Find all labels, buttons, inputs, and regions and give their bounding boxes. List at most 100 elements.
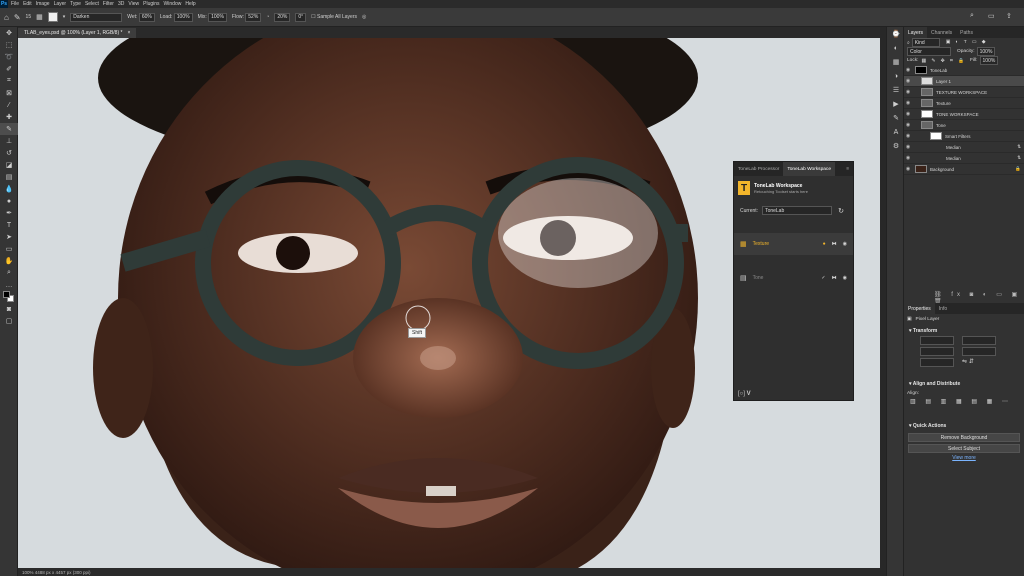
view-more-link[interactable]: View more — [904, 455, 1024, 461]
visibility-icon[interactable]: ◉ — [904, 67, 912, 73]
marquee-tool-icon[interactable]: ⬚ — [0, 39, 18, 51]
tonelab-row-texture[interactable]: ▦ Texture ● ⧓ ◉ — [734, 233, 853, 255]
tab-tonelab-processor[interactable]: ToneLab Processor — [734, 162, 783, 176]
visibility-icon[interactable]: ◉ — [904, 89, 912, 95]
layer-row[interactable]: ◉ Texture — [904, 98, 1024, 109]
tone-visibility-icon[interactable]: ◉ — [843, 275, 847, 281]
eraser-tool-icon[interactable]: ◪ — [0, 159, 18, 171]
tab-paths[interactable]: Paths — [956, 27, 977, 38]
width-field[interactable] — [920, 336, 954, 345]
quick-mask-icon[interactable]: ◙ — [0, 303, 18, 315]
visibility-icon[interactable]: ◉ — [904, 155, 912, 161]
actions-panel-icon[interactable]: ▶ — [887, 97, 905, 111]
layer-row[interactable]: ◉ Smart Filters — [904, 131, 1024, 142]
search-icon[interactable]: ⌕ — [970, 12, 974, 20]
menu-3d[interactable]: 3D — [118, 1, 124, 7]
menu-file[interactable]: File — [11, 1, 19, 7]
clone-stamp-tool-icon[interactable]: ⊥ — [0, 135, 18, 147]
x-field[interactable] — [920, 347, 954, 356]
path-select-tool-icon[interactable]: ➤ — [0, 231, 18, 243]
layer-row[interactable]: ◉ Layer 1 — [904, 76, 1024, 87]
history-brush-tool-icon[interactable]: ↺ — [0, 147, 18, 159]
menu-edit[interactable]: Edit — [23, 1, 32, 7]
tab-tonelab-workspace[interactable]: ToneLab Workspace — [783, 162, 835, 176]
brushes-panel-icon[interactable]: ✎ — [887, 111, 905, 125]
brush-tool-icon[interactable]: ✎ — [14, 13, 21, 22]
visibility-icon[interactable]: ◉ — [904, 100, 912, 106]
brush-panel-icon[interactable]: ▦ — [36, 13, 43, 21]
mix-field[interactable]: 100% — [208, 12, 227, 22]
select-subject-button[interactable]: Select Subject — [908, 444, 1020, 453]
quick-actions-section[interactable]: ▾ Quick Actions — [904, 419, 1024, 431]
layer-row[interactable]: ◉ ToneLab — [904, 65, 1024, 76]
character-panel-icon[interactable]: A — [887, 125, 905, 139]
dodge-tool-icon[interactable]: ● — [0, 195, 18, 207]
angle-degree-field[interactable]: 0° — [295, 12, 307, 22]
visibility-icon[interactable]: ◉ — [904, 144, 912, 150]
texture-compare-icon[interactable]: ⧓ — [832, 241, 837, 247]
y-field[interactable] — [962, 347, 996, 356]
tab-info[interactable]: Info — [935, 303, 951, 314]
align-icons[interactable]: ▥ ▤ ▥ ▦ ▤ ▦ ⋯ — [904, 398, 1024, 405]
frame-tool-icon[interactable]: ⊠ — [0, 87, 18, 99]
layer-row[interactable]: ◉ TEXTURE WORKSPACE — [904, 87, 1024, 98]
swatches-panel-icon[interactable]: ▦ — [887, 55, 905, 69]
fill-field[interactable]: 100% — [979, 56, 999, 65]
zoom-tool-icon[interactable]: ⌕ — [0, 267, 18, 279]
swatch-dropdown-icon[interactable]: ▾ — [63, 14, 66, 20]
tab-properties[interactable]: Properties — [904, 303, 935, 314]
texture-person-icon[interactable]: ● — [823, 241, 826, 247]
brush-tool-icon[interactable]: ✎ — [0, 123, 18, 135]
refresh-icon[interactable]: ↻ — [838, 207, 844, 215]
opacity-field[interactable]: 100% — [976, 47, 996, 56]
wet-field[interactable]: 60% — [138, 12, 155, 22]
brush-size[interactable]: 15 — [26, 14, 32, 20]
height-field[interactable] — [962, 336, 996, 345]
layer-row[interactable]: ◉ Median ⇅ — [904, 153, 1024, 164]
angle-field[interactable]: 20% — [274, 12, 291, 22]
visibility-icon[interactable]: ◉ — [904, 133, 912, 139]
home-icon[interactable]: ⌂ — [4, 13, 9, 22]
filter-icons[interactable]: ▣ ◐ T ▭ ◆ — [946, 40, 988, 45]
eyedropper-tool-icon[interactable]: ⁄ — [0, 99, 18, 111]
quick-select-tool-icon[interactable]: ✐ — [0, 63, 18, 75]
tonelab-row-tone[interactable]: ▤ Tone ✓ ⧓ ◉ — [734, 267, 853, 289]
adjustments-panel-icon[interactable]: ◑ — [887, 69, 905, 83]
current-brush-swatch[interactable] — [47, 12, 58, 22]
history-panel-icon[interactable]: ⌚ — [887, 27, 905, 41]
crop-tool-icon[interactable]: ⌗ — [0, 75, 18, 87]
remove-background-button[interactable]: Remove Background — [908, 433, 1020, 442]
filter-options-icon[interactable]: ⇅ — [1017, 155, 1021, 161]
visibility-icon[interactable]: ◉ — [904, 122, 912, 128]
tone-compare-icon[interactable]: ⧓ — [832, 275, 837, 281]
layer-row[interactable]: ◉ Tone — [904, 120, 1024, 131]
texture-visibility-icon[interactable]: ◉ — [843, 241, 847, 247]
more-tools-icon[interactable]: … — [0, 279, 18, 291]
plugin-panel-icon[interactable]: ⚙ — [887, 139, 905, 153]
tab-channels[interactable]: Channels — [927, 27, 956, 38]
tab-layers[interactable]: Layers — [904, 27, 928, 38]
document-tab[interactable]: TLAB_eyes.psd @ 100% (Layer 1, RGB/8) * … — [18, 28, 137, 38]
menu-view[interactable]: View — [128, 1, 139, 7]
blend-mode-select[interactable]: Color — [907, 47, 951, 56]
visibility-icon[interactable]: ◉ — [904, 166, 912, 172]
lasso-tool-icon[interactable]: ➰ — [0, 51, 18, 63]
share-icon[interactable]: ⇪ — [1006, 12, 1012, 20]
transform-section[interactable]: ▾ Transform — [904, 324, 1024, 336]
visibility-icon[interactable]: ◉ — [904, 78, 912, 84]
kind-select[interactable]: Kind — [911, 38, 940, 47]
menu-layer[interactable]: Layer — [54, 1, 67, 7]
tone-check-icon[interactable]: ✓ — [821, 275, 825, 281]
menu-window[interactable]: Window — [164, 1, 182, 7]
visibility-icon[interactable]: ◉ — [904, 111, 912, 117]
screen-mode-icon[interactable]: ▢ — [0, 315, 18, 327]
move-tool-icon[interactable]: ✥ — [0, 27, 18, 39]
layer-row[interactable]: ◉ Median ⇅ — [904, 142, 1024, 153]
libraries-panel-icon[interactable]: ☰ — [887, 83, 905, 97]
flip-icons[interactable]: ⇋ ⇵ — [962, 358, 974, 367]
close-tab-icon[interactable]: × — [127, 30, 130, 36]
type-tool-icon[interactable]: T — [0, 219, 18, 231]
healing-tool-icon[interactable]: ✚ — [0, 111, 18, 123]
airbrush-icon[interactable]: ◔ — [266, 14, 269, 20]
color-swatches-icon[interactable] — [0, 291, 18, 303]
